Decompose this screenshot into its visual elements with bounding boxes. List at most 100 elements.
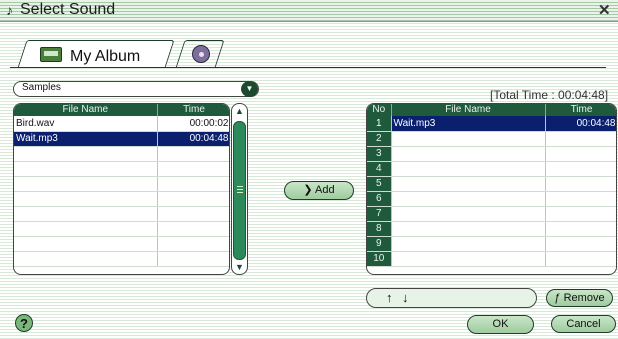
- file-name-cell: [14, 236, 158, 252]
- disc-icon: [192, 45, 210, 63]
- file-name-cell: Wait.mp3: [391, 116, 546, 132]
- column-header-no[interactable]: No: [367, 104, 392, 116]
- time-cell: [157, 251, 229, 267]
- table-row[interactable]: 3: [367, 146, 616, 162]
- file-name-cell: Wait.mp3: [14, 131, 158, 147]
- time-cell: [157, 191, 229, 207]
- file-name-cell: [391, 236, 546, 252]
- tab-divider: [10, 67, 606, 68]
- time-cell: [157, 146, 229, 162]
- time-cell: 00:00:02: [157, 116, 229, 132]
- row-number: 6: [367, 191, 392, 207]
- file-name-cell: [391, 221, 546, 237]
- row-number: 7: [367, 206, 392, 222]
- row-number: 1: [367, 116, 392, 132]
- file-name-cell: Bird.wav: [14, 116, 158, 132]
- table-row[interactable]: 8: [367, 221, 616, 237]
- time-cell: [545, 206, 616, 222]
- time-cell: [545, 176, 616, 192]
- add-button[interactable]: ❯ Add: [284, 181, 354, 200]
- row-number: 8: [367, 221, 392, 237]
- table-row[interactable]: [14, 236, 229, 252]
- remove-button-label: Remove: [563, 292, 605, 304]
- row-number: 3: [367, 146, 392, 162]
- time-cell: [545, 236, 616, 252]
- remove-button[interactable]: ƒ Remove: [546, 289, 613, 307]
- help-icon[interactable]: ?: [15, 314, 33, 332]
- chevron-right-icon: ❯: [303, 184, 316, 196]
- table-row-selected[interactable]: Wait.mp3 00:04:48: [14, 131, 229, 147]
- remove-icon: ƒ: [554, 292, 564, 304]
- table-row-selected[interactable]: 1 Wait.mp3 00:04:48: [367, 116, 616, 132]
- table-row[interactable]: [14, 176, 229, 192]
- scrollbar-thumb[interactable]: [233, 121, 246, 260]
- table-row[interactable]: [14, 251, 229, 267]
- file-name-cell: [391, 131, 546, 147]
- file-name-cell: [14, 206, 158, 222]
- music-note-icon: ♪: [6, 2, 13, 18]
- move-up-icon[interactable]: ↑: [386, 290, 393, 305]
- ok-button[interactable]: OK: [467, 315, 534, 334]
- time-cell: [545, 131, 616, 147]
- table-row[interactable]: [14, 161, 229, 177]
- table-row[interactable]: 5: [367, 176, 616, 192]
- file-name-cell: [14, 251, 158, 267]
- column-header-time[interactable]: Time: [157, 104, 229, 116]
- tab-my-album-label: My Album: [70, 48, 141, 65]
- file-name-cell: [391, 191, 546, 207]
- time-cell: [157, 176, 229, 192]
- album-icon: [40, 47, 62, 62]
- column-header-file-name[interactable]: File Name: [14, 104, 158, 116]
- row-number: 2: [367, 131, 392, 147]
- table-row[interactable]: 4: [367, 161, 616, 177]
- add-button-label: Add: [315, 184, 335, 196]
- window-title: Select Sound: [20, 1, 116, 18]
- table-row[interactable]: 9: [367, 236, 616, 252]
- total-time-label: [Total Time : 00:04:48]: [490, 88, 609, 102]
- row-number: 4: [367, 161, 392, 177]
- cancel-button[interactable]: Cancel: [551, 315, 616, 333]
- file-name-cell: [391, 176, 546, 192]
- file-name-cell: [14, 221, 158, 237]
- time-cell: 00:04:48: [157, 131, 229, 147]
- row-number: 5: [367, 176, 392, 192]
- playlist-table: No File Name Time 1 Wait.mp3 00:04:48 2 3 …: [366, 103, 617, 275]
- source-dropdown-value: Samples: [22, 82, 61, 93]
- table-row[interactable]: 6: [367, 191, 616, 207]
- table-row[interactable]: 7: [367, 206, 616, 222]
- time-cell: [157, 161, 229, 177]
- file-name-cell: [391, 161, 546, 177]
- file-name-cell: [14, 146, 158, 162]
- scroll-down-icon[interactable]: ▼: [234, 262, 245, 272]
- time-cell: [545, 146, 616, 162]
- table-row[interactable]: 2: [367, 131, 616, 147]
- table-row[interactable]: [14, 191, 229, 207]
- file-name-cell: [14, 176, 158, 192]
- available-files-table: File Name Time Bird.wav 00:00:02 Wait.mp3…: [13, 103, 230, 275]
- time-cell: [157, 221, 229, 237]
- time-cell: [545, 221, 616, 237]
- table-row[interactable]: 10: [367, 251, 616, 267]
- chevron-down-icon[interactable]: ▼: [241, 81, 258, 97]
- time-cell: [157, 236, 229, 252]
- row-number: 10: [367, 251, 392, 267]
- time-cell: [545, 191, 616, 207]
- scroll-up-icon[interactable]: ▲: [234, 106, 245, 116]
- file-name-cell: [14, 191, 158, 207]
- column-header-file-name[interactable]: File Name: [391, 104, 546, 116]
- file-name-cell: [391, 251, 546, 267]
- table-row[interactable]: Bird.wav 00:00:02: [14, 116, 229, 132]
- time-cell: [545, 161, 616, 177]
- file-name-cell: [391, 146, 546, 162]
- row-number: 9: [367, 236, 392, 252]
- table-row[interactable]: [14, 206, 229, 222]
- time-cell: 00:04:48: [545, 116, 616, 132]
- file-name-cell: [391, 206, 546, 222]
- table-row[interactable]: [14, 221, 229, 237]
- time-cell: [157, 206, 229, 222]
- close-icon[interactable]: ✕: [598, 1, 611, 19]
- column-header-time[interactable]: Time: [545, 104, 616, 116]
- time-cell: [545, 251, 616, 267]
- move-down-icon[interactable]: ↓: [402, 290, 409, 305]
- table-row[interactable]: [14, 146, 229, 162]
